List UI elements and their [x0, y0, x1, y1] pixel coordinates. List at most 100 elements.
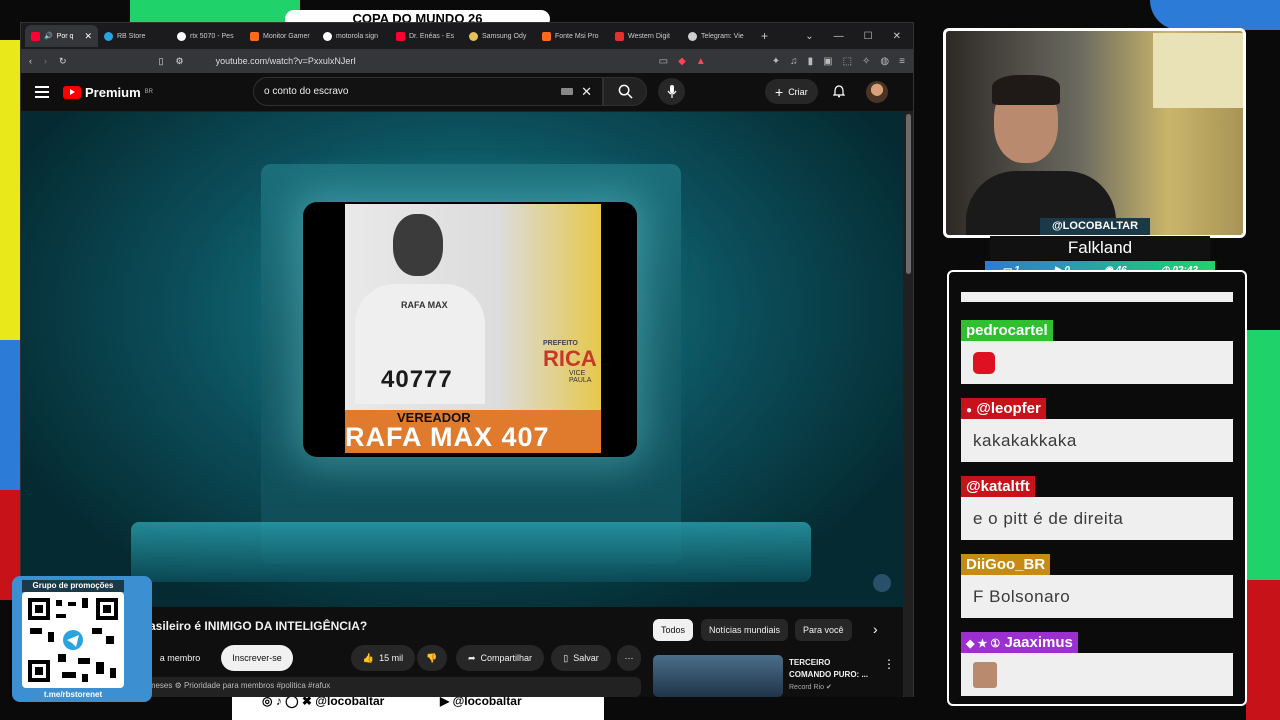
save-button[interactable]: ▯ Salvar — [551, 645, 611, 671]
extensions-icon[interactable]: ✦ — [772, 56, 780, 67]
clear-search-icon[interactable]: ✕ — [581, 84, 592, 100]
scrollbar-thumb[interactable] — [906, 114, 911, 274]
poster-rica: RICA — [543, 346, 597, 371]
brave-shield-icon[interactable]: ◆ — [678, 56, 686, 67]
maximize-icon[interactable]: ☐ — [864, 31, 873, 42]
campaign-poster: RAFA MAX 40777 PREFEITO RICA VICE PAULA … — [345, 204, 601, 453]
voice-search-button[interactable] — [658, 78, 685, 105]
share-icon: ➦ — [467, 652, 476, 663]
tab-eneas[interactable]: Dr. Enéas - Es — [390, 25, 463, 47]
tab-rbstore[interactable]: RB Store — [98, 25, 171, 47]
chip-all[interactable]: Todos — [653, 619, 694, 641]
sidebar-icon[interactable]: ▮ — [808, 56, 814, 67]
tab-youtube[interactable]: 🔊 Por q ✕ — [25, 25, 98, 47]
dislike-button[interactable]: 👎 — [417, 645, 447, 671]
tab-motorola[interactable]: motorola sign — [317, 25, 390, 47]
close-window-icon[interactable]: ✕ — [893, 31, 901, 42]
leo-icon[interactable]: ✧ — [862, 56, 870, 67]
subscribe-button[interactable]: Inscrever-se — [221, 645, 293, 671]
recommended-channel[interactable]: Record Rio ✔ — [789, 683, 832, 691]
bookmark-icon[interactable]: ▯ — [159, 56, 164, 67]
tab-rtx[interactable]: rtx 5070 - Pes — [171, 25, 244, 47]
globe-icon — [688, 31, 697, 41]
google-icon — [323, 31, 332, 41]
chat-message: ◆ ★ ① Jaaximus — [961, 632, 1233, 696]
tab-samsung[interactable]: Samsung Ody — [463, 25, 536, 47]
chat-message-cutoff — [961, 292, 1233, 302]
google-icon — [177, 31, 186, 41]
wallet-icon[interactable]: ▣ — [823, 56, 832, 67]
forward-icon[interactable]: › — [44, 56, 47, 66]
tab-western[interactable]: Western Digit — [609, 25, 682, 47]
site-info-icon[interactable]: ⚙ — [176, 56, 184, 67]
poster-shirt-text: RAFA MAX — [401, 300, 448, 310]
qr-pattern-icon — [28, 598, 118, 682]
share-button[interactable]: ➦ Compartilhar — [456, 645, 544, 671]
chat-bubble — [961, 341, 1233, 384]
vpn-icon[interactable]: ◍ — [880, 56, 889, 67]
shield-icon — [615, 31, 624, 41]
chat-panel: pedrocartel ● @leopfer kakakakkaka @kata… — [947, 270, 1247, 706]
address-bar: ‹ › ↻ ▯ ⚙ youtube.com/watch?v=PxxulxNJer… — [21, 49, 913, 73]
tab-monitor[interactable]: Monitor Gamer — [244, 25, 317, 47]
tv-floor — [131, 522, 811, 582]
streamer-figure — [966, 61, 1116, 235]
like-button[interactable]: 👍 15 mil — [351, 645, 415, 671]
store-icon — [469, 31, 478, 41]
media-icon[interactable]: ♫ — [790, 56, 798, 67]
youtube-logo[interactable]: Premium BR — [63, 85, 153, 100]
screenshot-icon[interactable]: ⬚ — [843, 56, 852, 67]
chip-world-news[interactable]: Notícias mundiais — [701, 619, 789, 641]
chip-for-you[interactable]: Para você — [795, 619, 852, 641]
keyboard-icon[interactable] — [561, 88, 574, 95]
poster-candidate-name: RAFA MAX 407 — [345, 422, 550, 452]
mic-icon — [667, 84, 676, 98]
video-title: asileiro é INIMIGO DA INTELIGÊNCIA? — [149, 619, 368, 633]
tab-telegram[interactable]: Telegram: Vie — [682, 25, 755, 47]
emote-icon — [973, 661, 997, 688]
recommended-menu-icon[interactable]: ⋮ — [883, 657, 895, 671]
chips-next-icon[interactable]: › — [873, 621, 878, 637]
video-player[interactable]: RAFA MAX 40777 PREFEITO RICA VICE PAULA … — [21, 112, 903, 607]
badge-icon: ● — [966, 405, 973, 416]
qr-title: Grupo de promoções — [22, 580, 124, 592]
thumbs-up-icon: 👍 — [362, 652, 375, 663]
window-controls: ⌄ — ☐ ✕ — [805, 31, 913, 42]
cast-icon[interactable]: ▭ — [659, 56, 668, 67]
join-button[interactable]: a membro — [149, 645, 211, 671]
tab-bar: 🔊 Por q ✕ RB Store rtx 5070 - Pes Monitor … — [21, 23, 913, 49]
menu-icon[interactable]: ≡ — [899, 56, 905, 67]
tab-search-icon[interactable]: ⌄ — [805, 31, 813, 42]
minimize-icon[interactable]: — — [834, 31, 844, 42]
chat-bubble: kakakakkaka — [961, 419, 1233, 462]
reload-icon[interactable]: ↻ — [59, 56, 67, 67]
rewards-icon[interactable]: ▲ — [696, 56, 706, 67]
create-button[interactable]: + Criar — [765, 79, 818, 104]
search-button[interactable] — [603, 77, 647, 106]
new-tab-button[interactable]: + — [755, 29, 774, 43]
chat-bubble: e o pitt é de direita — [961, 497, 1233, 540]
overlay-green-block — [130, 0, 300, 22]
qr-link: t.me/rbstorenet — [43, 690, 103, 699]
chat-username: ● @leopfer — [961, 398, 1046, 419]
hamburger-menu-icon[interactable] — [35, 86, 49, 98]
account-avatar[interactable] — [866, 81, 888, 103]
webcam-background-window — [1153, 33, 1243, 108]
back-icon[interactable]: ‹ — [29, 56, 32, 66]
recommended-title[interactable]: TERCEIRO COMANDO PURO: ... — [789, 657, 868, 681]
tab-fonte[interactable]: Fonte Msi Pro — [536, 25, 609, 47]
youtube-play-icon — [63, 85, 81, 99]
page-scrollbar[interactable] — [904, 112, 913, 697]
notifications-bell-icon[interactable] — [833, 85, 845, 98]
more-actions-button[interactable]: ⋯ — [617, 645, 641, 671]
thumbs-down-icon: 👎 — [426, 652, 438, 663]
tv-screen: RAFA MAX 40777 PREFEITO RICA VICE PAULA … — [303, 202, 637, 457]
overlay-blue-block — [0, 340, 20, 490]
recommended-thumbnail[interactable] — [653, 655, 783, 697]
channel-watermark-icon[interactable] — [873, 574, 891, 592]
youtube-favicon-icon — [396, 31, 405, 41]
overlay-right-red — [1246, 580, 1280, 720]
url-field[interactable]: youtube.com/watch?v=PxxulxNJerI — [196, 56, 647, 66]
close-icon[interactable]: ✕ — [84, 31, 92, 42]
search-input[interactable]: o conto do escravo ✕ — [253, 77, 603, 106]
